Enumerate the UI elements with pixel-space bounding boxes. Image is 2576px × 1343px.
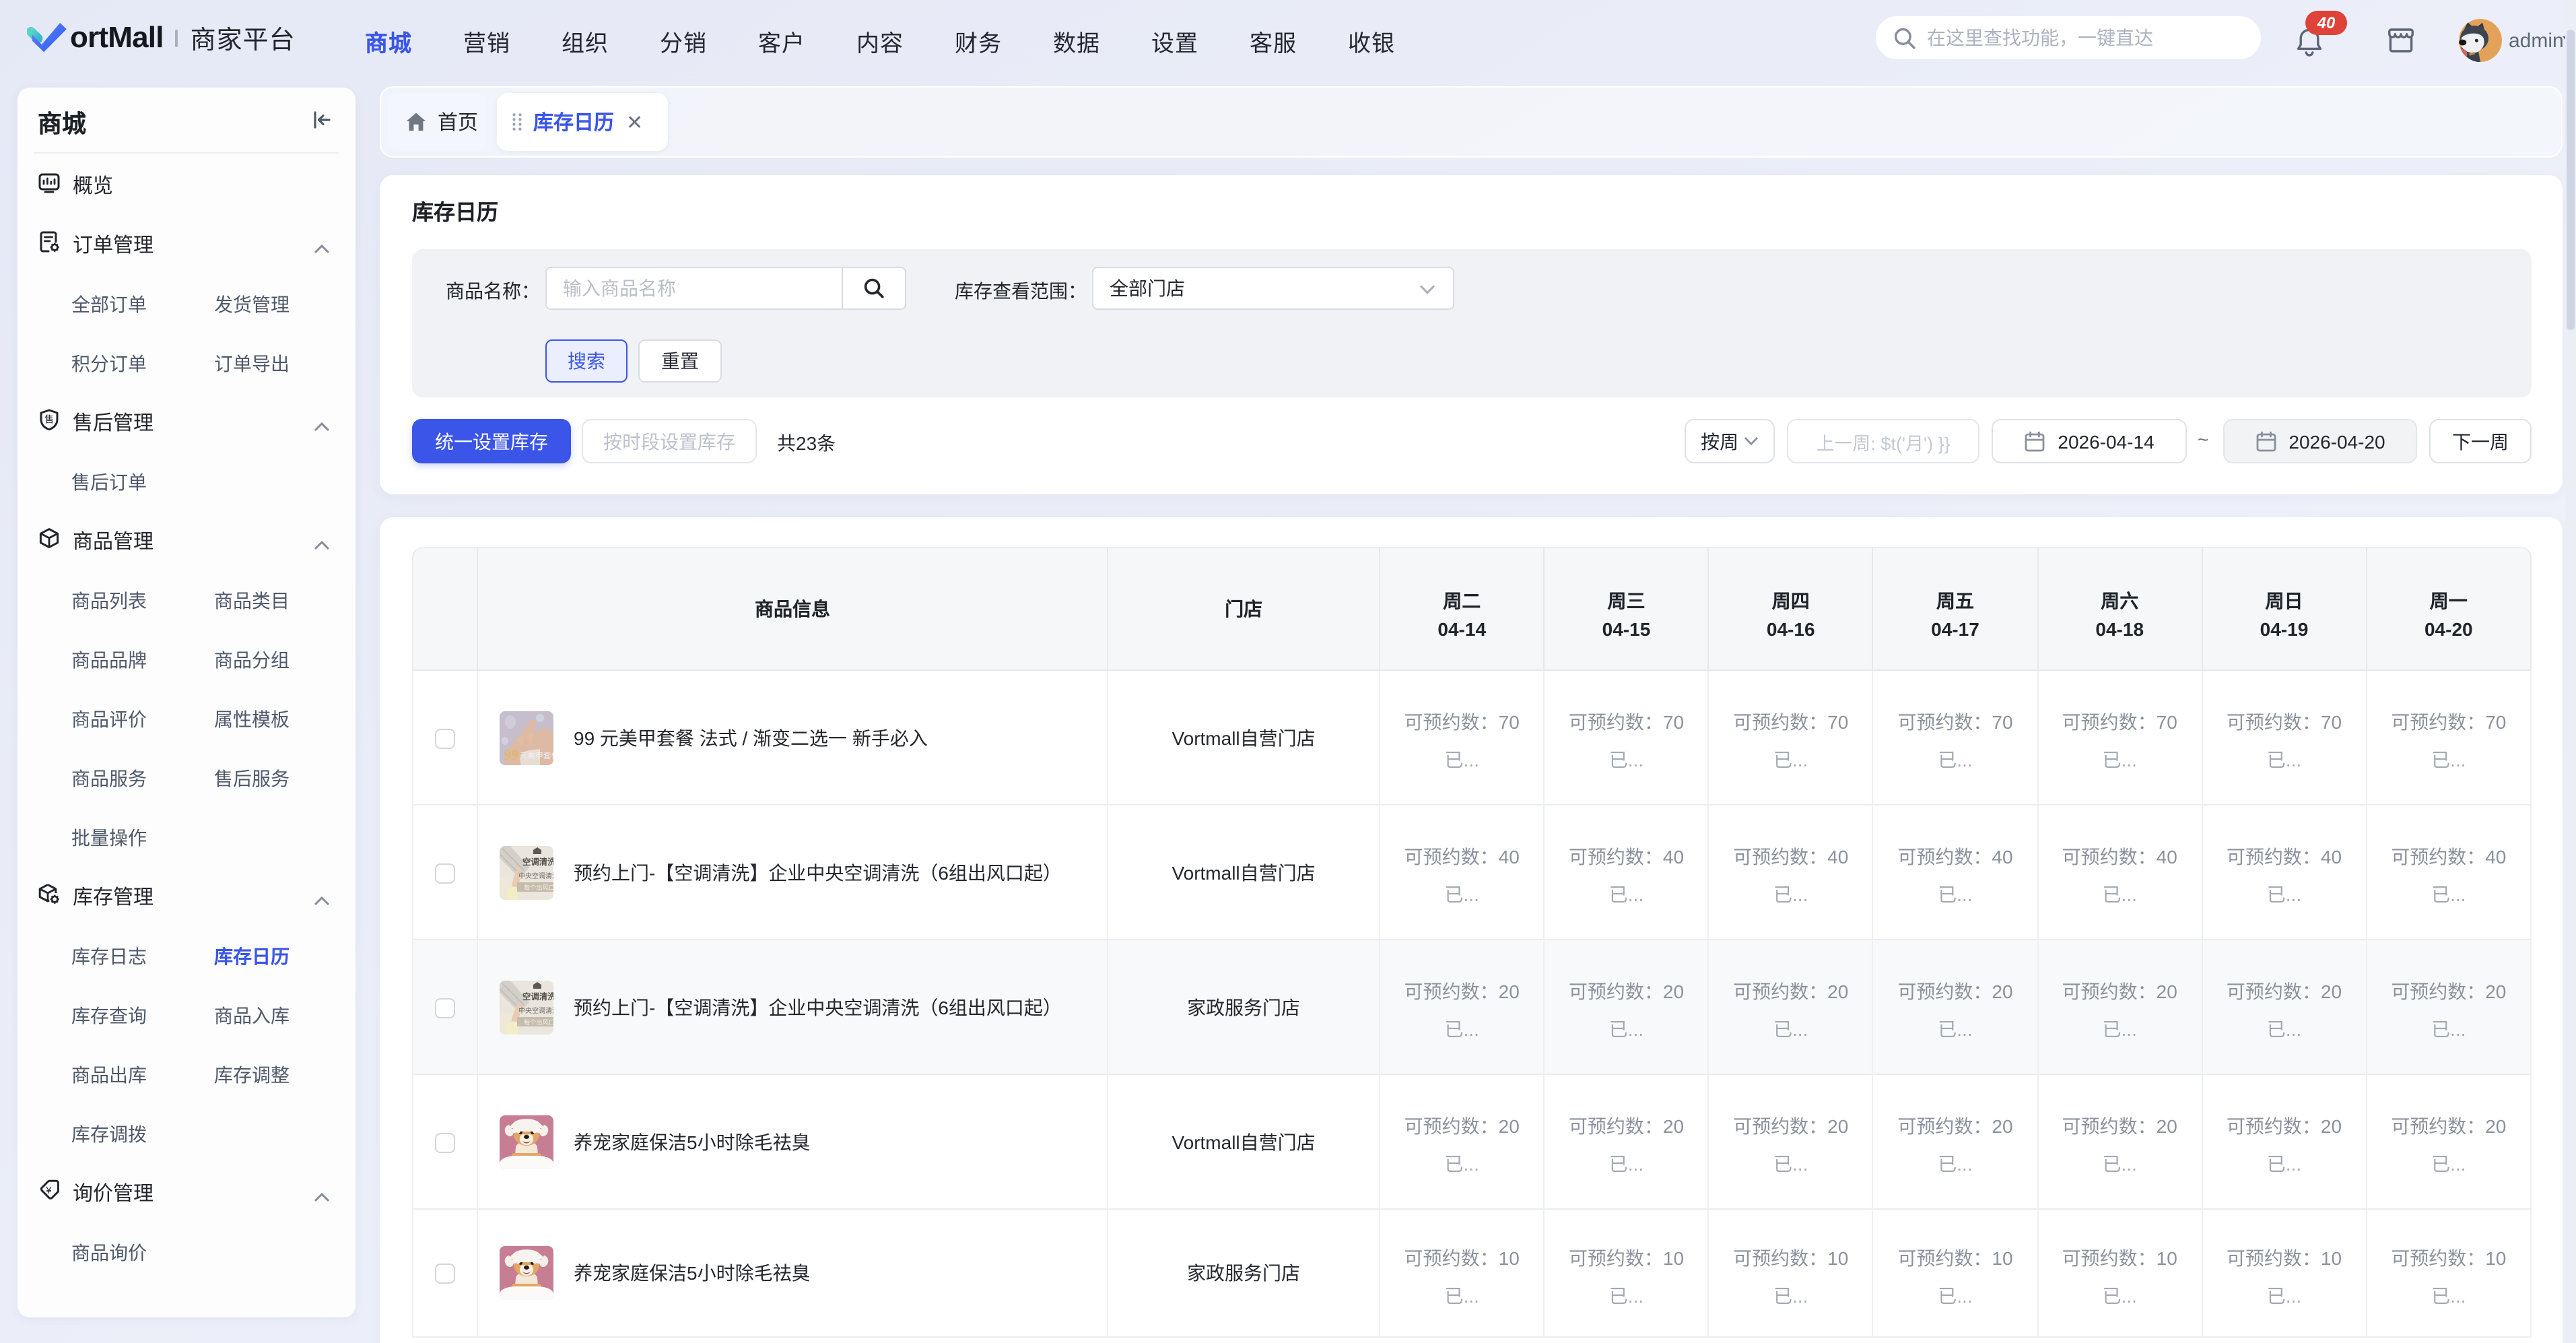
svg-text:中央空调清洗: 中央空调清洗	[518, 871, 553, 880]
svg-text:中央空调清洗: 中央空调清洗	[518, 1006, 553, 1014]
svg-text:元美甲套餐: 元美甲套餐	[520, 750, 553, 760]
svg-text:¥: ¥	[45, 1185, 52, 1196]
svg-text:每个出风口: 每个出风口	[524, 883, 553, 890]
svg-text:99: 99	[504, 746, 518, 762]
svg-text:空调清洗: 空调清洗	[522, 856, 553, 866]
svg-text:售: 售	[44, 414, 54, 425]
svg-text:每个出风口: 每个出风口	[524, 1018, 553, 1025]
svg-text:空调清洗: 空调清洗	[522, 991, 553, 1001]
